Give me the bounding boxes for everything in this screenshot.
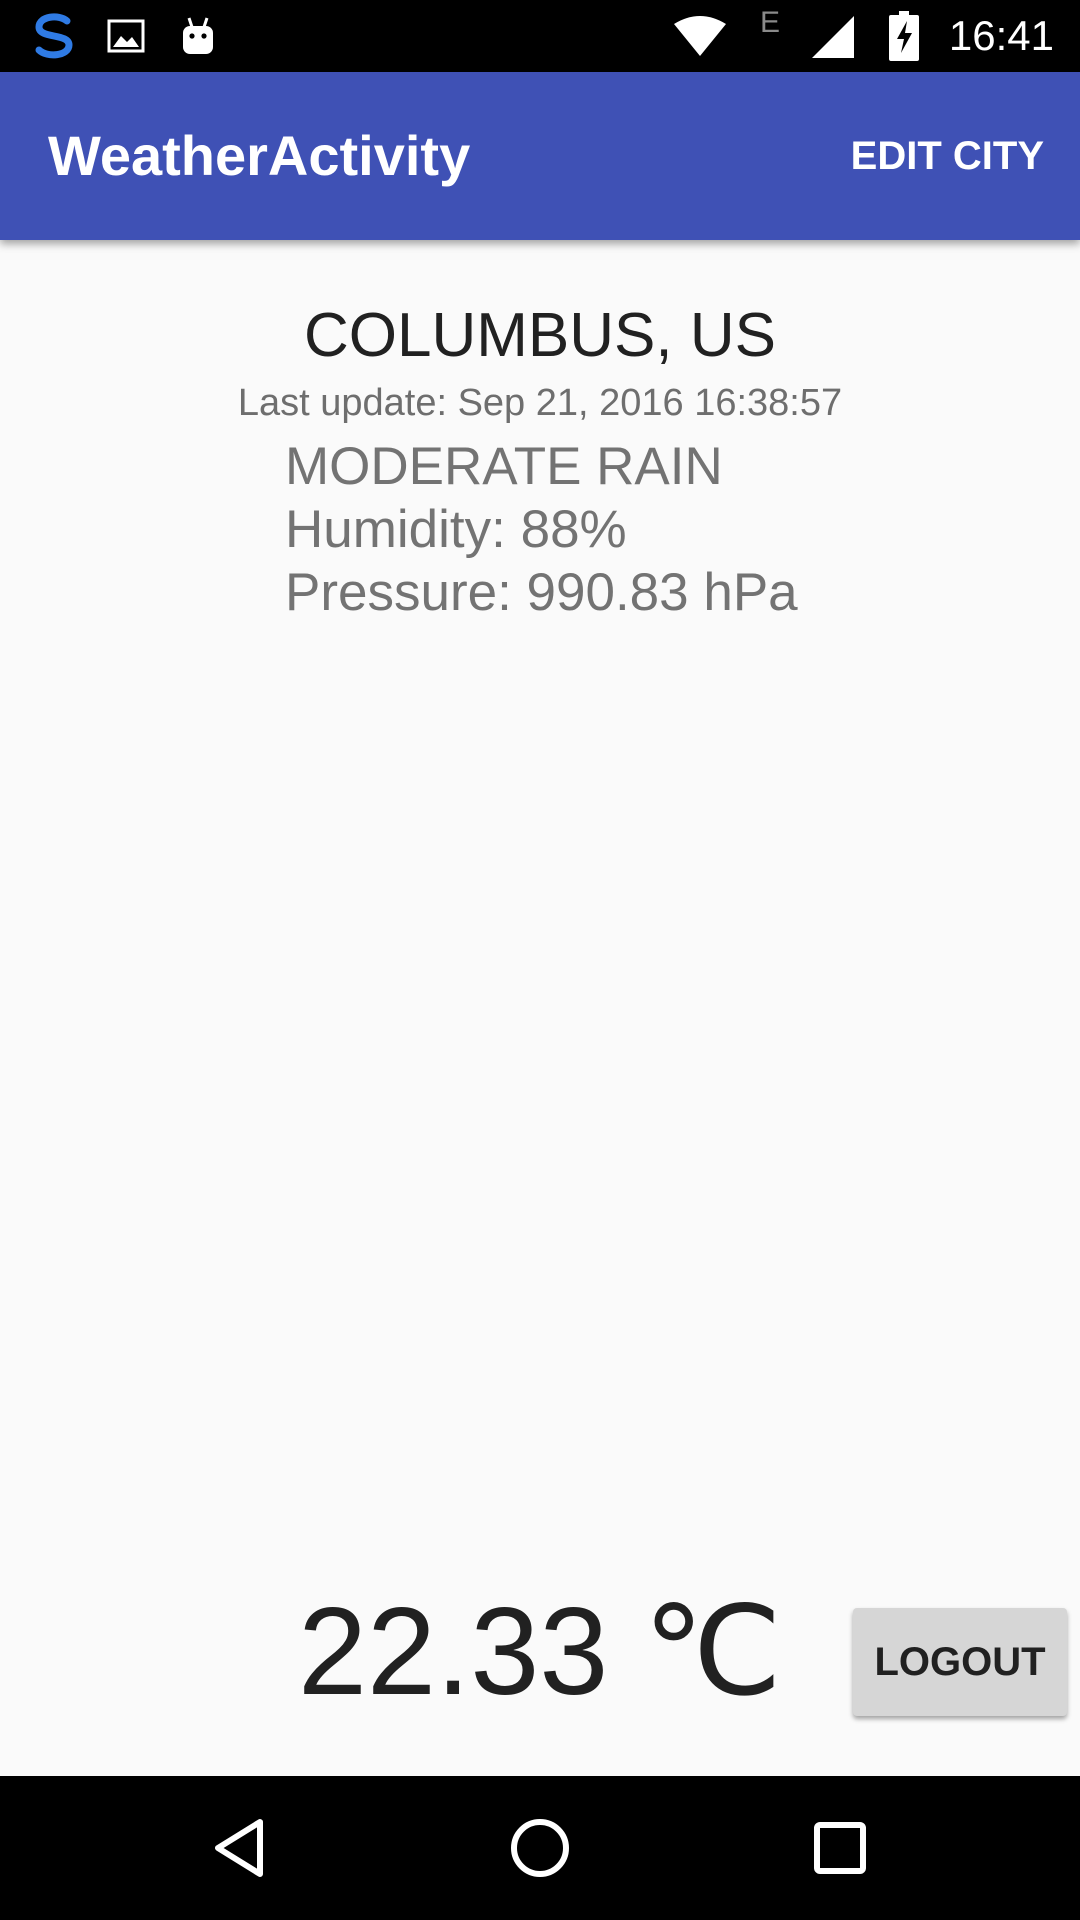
s-app-icon xyxy=(26,0,82,72)
back-button[interactable] xyxy=(160,1776,320,1920)
pressure-text: Pressure: 990.83 hPa xyxy=(285,563,798,622)
status-bar: E 16:41 xyxy=(0,0,1080,72)
weather-details: MODERATE RAIN Humidity: 88% Pressure: 99… xyxy=(285,435,798,624)
navigation-bar xyxy=(0,1776,1080,1920)
signal-icon xyxy=(806,0,858,72)
battery-charging-icon xyxy=(886,0,922,72)
city-name: COLUMBUS, US xyxy=(304,301,776,370)
wifi-icon xyxy=(670,0,730,72)
gallery-icon xyxy=(104,0,148,72)
weather-condition: MODERATE RAIN xyxy=(285,437,723,496)
weather-content: COLUMBUS, US Last update: Sep 21, 2016 1… xyxy=(0,240,1080,1776)
back-icon xyxy=(215,1819,263,1877)
home-button[interactable] xyxy=(460,1776,620,1920)
network-type-label: E xyxy=(760,6,781,39)
home-icon xyxy=(511,1819,569,1877)
page-title: WeatherActivity xyxy=(48,124,471,187)
humidity-text: Humidity: 88% xyxy=(285,500,627,559)
status-time: 16:41 xyxy=(948,12,1054,59)
last-update-text: Last update: Sep 21, 2016 16:38:57 xyxy=(237,382,843,424)
android-icon xyxy=(176,0,220,72)
recents-icon xyxy=(814,1822,866,1874)
edit-city-button[interactable]: EDIT CITY xyxy=(851,72,1044,240)
app-bar: WeatherActivity EDIT CITY xyxy=(0,72,1080,240)
logout-button[interactable]: LOGOUT xyxy=(853,1608,1067,1716)
recents-button[interactable] xyxy=(760,1776,920,1920)
